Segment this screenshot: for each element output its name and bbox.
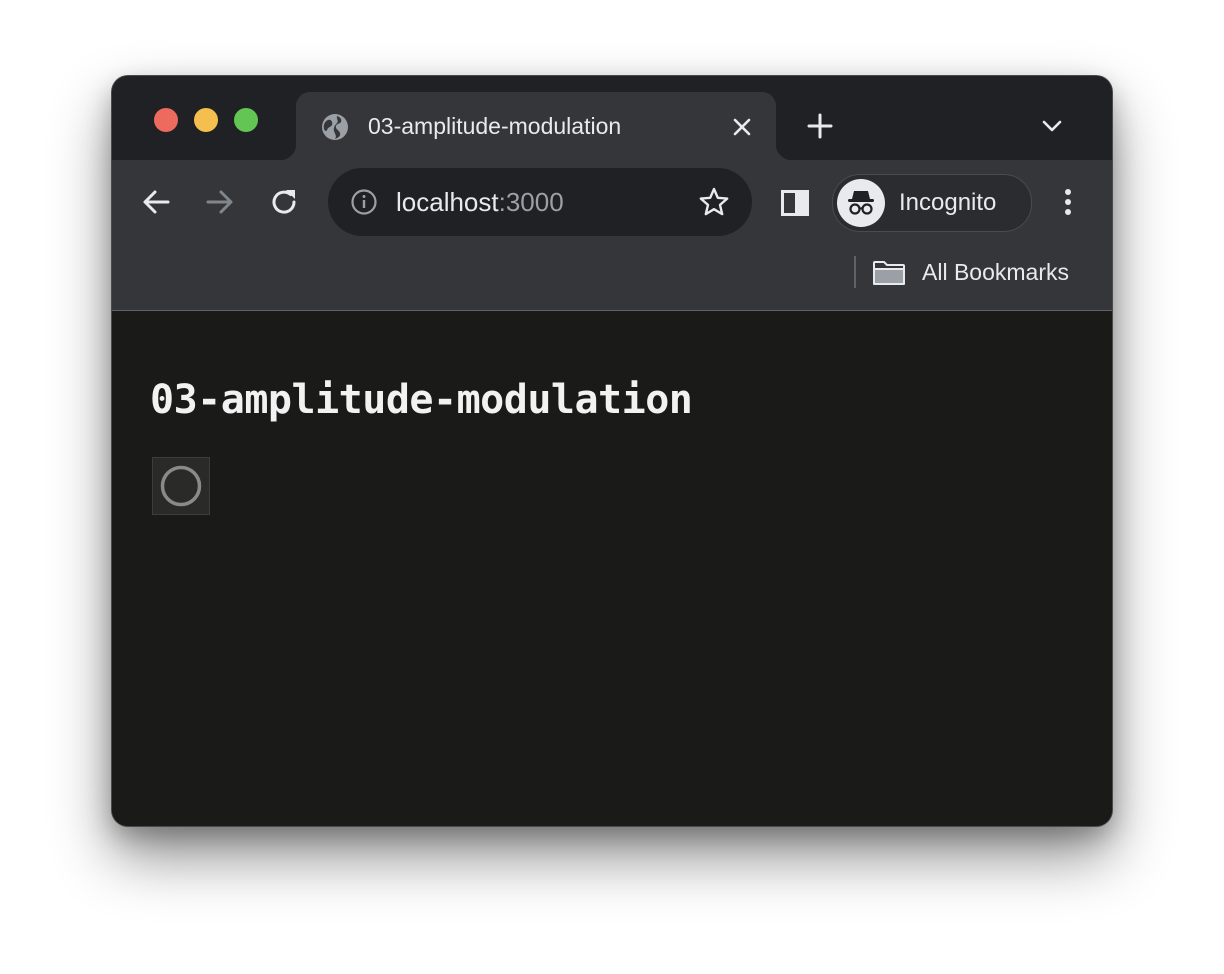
- zoom-window-button[interactable]: [234, 108, 258, 132]
- close-window-button[interactable]: [154, 108, 178, 132]
- minimize-window-button[interactable]: [194, 108, 218, 132]
- bookmark-star-icon[interactable]: [698, 186, 730, 218]
- folder-icon[interactable]: [872, 260, 906, 286]
- back-arrow-icon[interactable]: [140, 186, 172, 218]
- close-tab-icon[interactable]: [730, 115, 754, 139]
- forward-arrow-icon[interactable]: [204, 186, 236, 218]
- tab-title: 03-amplitude-modulation: [368, 113, 622, 139]
- url-text[interactable]: localhost:3000: [396, 187, 564, 218]
- incognito-profile-button[interactable]: Incognito: [832, 174, 1032, 232]
- more-menu-icon[interactable]: [1056, 184, 1080, 220]
- bookmarks-divider: [854, 256, 856, 288]
- url-host: localhost: [396, 187, 499, 217]
- reload-icon[interactable]: [268, 186, 300, 218]
- title-bar: 03-amplitude-modulation: [112, 76, 1112, 160]
- incognito-icon: [837, 179, 885, 227]
- browser-window: 03-amplitude-modulation localhost:3000 I…: [112, 76, 1112, 826]
- active-tab[interactable]: 03-amplitude-modulation: [280, 92, 792, 160]
- url-port: :3000: [498, 187, 564, 217]
- address-bar[interactable]: localhost:3000: [328, 168, 752, 236]
- toolbar: localhost:3000 Incognito All Bookmarks: [112, 160, 1112, 311]
- side-panel-icon[interactable]: [780, 188, 810, 218]
- globe-icon: [322, 114, 348, 140]
- new-tab-icon[interactable]: [806, 112, 834, 140]
- info-icon[interactable]: [350, 188, 378, 216]
- all-bookmarks-link[interactable]: All Bookmarks: [922, 259, 1069, 286]
- incognito-label: Incognito: [899, 189, 997, 216]
- chevron-down-icon[interactable]: [1040, 116, 1064, 136]
- page-title: 03-amplitude-modulation: [150, 377, 693, 423]
- page-content: 03-amplitude-modulation: [112, 311, 1112, 826]
- circle-icon: [160, 465, 202, 507]
- start-toggle-button[interactable]: [152, 457, 210, 515]
